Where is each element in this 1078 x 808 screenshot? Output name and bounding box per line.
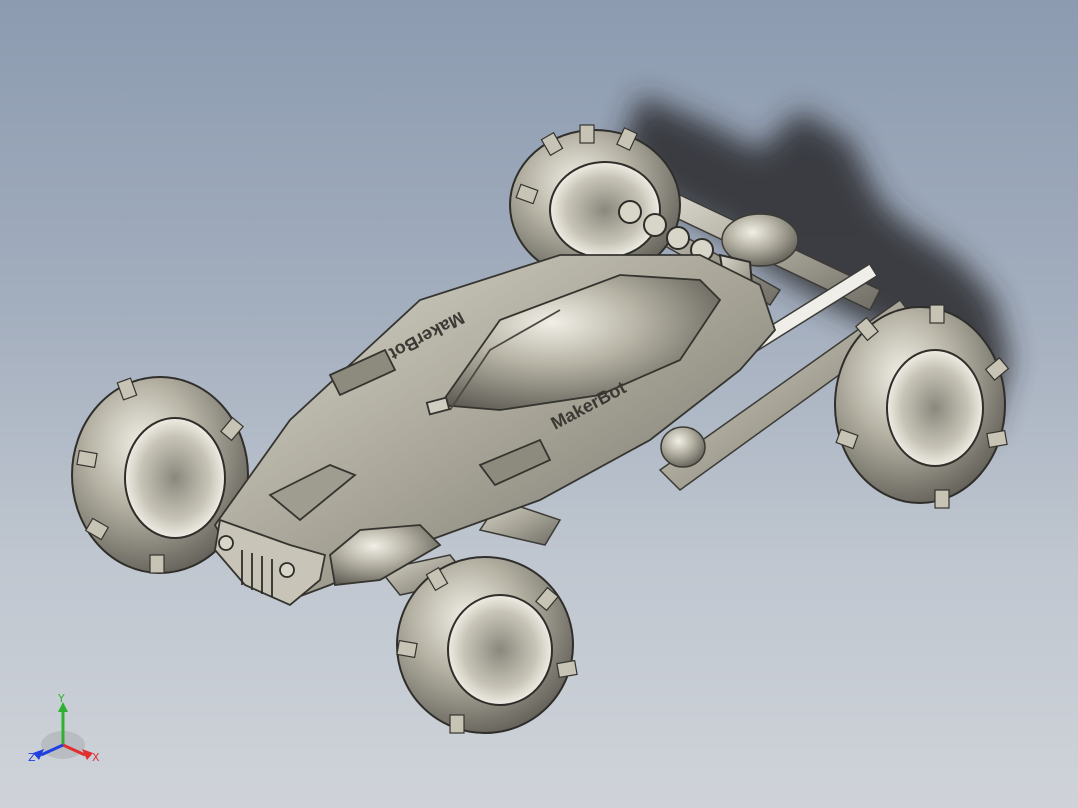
model-viewport[interactable]: MakerBot MakerBot [0,0,1078,808]
orientation-triad[interactable]: Y X Z [20,690,120,780]
wheel-rear-right [834,306,1006,504]
wheel-front-right [396,556,574,734]
triad-x-label: X [92,751,100,764]
triad-z-label: Z [28,751,36,764]
triad-y-label: Y [57,692,65,705]
